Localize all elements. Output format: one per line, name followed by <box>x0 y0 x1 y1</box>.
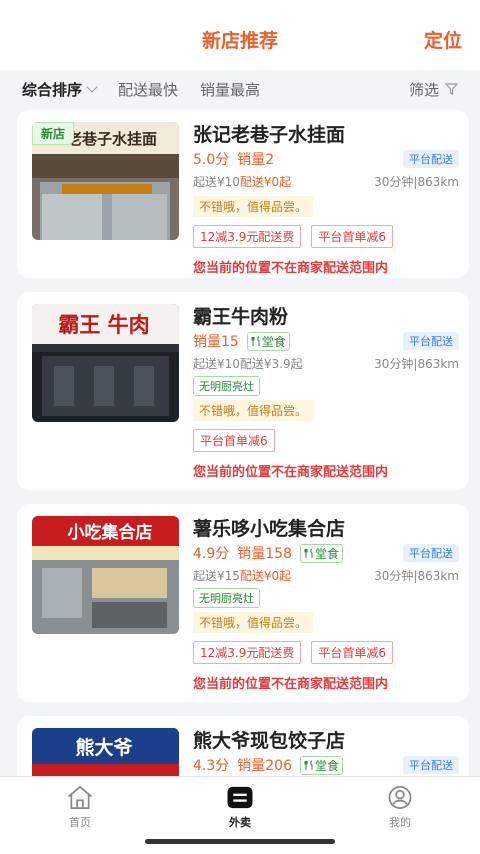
header: 新店推荐 定位 <box>0 0 480 70</box>
dine-in-label: 堂食 <box>261 334 286 349</box>
store-score: 5.0分 <box>193 152 230 168</box>
store-card[interactable]: 霸王 牛肉 霸王牛肉粉 销量15 堂食 平台配送 起送¥10配送¥3.9起 30 <box>17 292 469 490</box>
store-score: 4.9分 <box>193 546 230 562</box>
out-of-range-warning: 您当前的位置不在商家配送范围内 <box>193 261 389 276</box>
sort-fastest[interactable]: 配送最快 <box>118 79 178 100</box>
kitchen-tag: 无明厨亮灶 <box>193 376 260 396</box>
eta-distance: 30分钟|863km <box>374 174 459 189</box>
store-sales: 销量2 <box>237 152 275 168</box>
store-photo: 熊大爷 <box>32 728 179 776</box>
store-photo: 小吃集合店 <box>32 516 179 634</box>
home-icon <box>67 785 93 809</box>
store-list: 老巷子水挂面 新店 张记老巷子水挂面 5.0分 销量2 平台配送 起送¥10配送… <box>0 110 480 776</box>
review-tag: 不错哦，值得品尝。 <box>193 612 314 633</box>
tab-mine[interactable]: 我的 <box>320 777 480 830</box>
dine-in-label: 堂食 <box>315 758 340 773</box>
promo-tag: 12减3.9元配送费 <box>193 641 302 664</box>
store-card[interactable]: 小吃集合店 薯乐哆小吃集合店 4.9分 销量158 堂食 平台配送 起送¥15配 <box>17 504 469 702</box>
store-name: 熊大爷现包饺子店 <box>193 730 346 752</box>
store-sales: 销量206 <box>237 758 292 774</box>
kitchen-tag: 无明厨亮灶 <box>193 588 260 608</box>
dine-in-tag: 堂食 <box>246 331 290 351</box>
eta-distance: 30分钟|863km <box>374 356 459 371</box>
sign-text: 老巷子水挂面 <box>66 130 157 148</box>
sort-comprehensive-label: 综合排序 <box>22 80 83 99</box>
sign-text: 小吃集合店 <box>68 522 153 543</box>
store-name: 薯乐哆小吃集合店 <box>193 518 346 540</box>
promo-tag: 12减3.9元配送费 <box>193 225 302 248</box>
dine-in-label: 堂食 <box>315 546 340 561</box>
home-indicator-bar <box>0 830 480 854</box>
promo-tag: 平台首单减6 <box>193 429 275 452</box>
utensils-icon <box>304 548 313 558</box>
takeout-icon <box>227 786 253 809</box>
min-order: 起送¥10 <box>193 356 240 371</box>
sort-bar: 综合排序 配送最快 销量最高 筛选 <box>0 70 480 108</box>
delivery-fee: 配送¥0起 <box>239 568 292 583</box>
platform-delivery-tag: 平台配送 <box>403 756 459 774</box>
filter-button[interactable]: 筛选 <box>409 79 458 100</box>
store-card[interactable]: 熊大爷 熊大爷现包饺子店 4.3分 销量206 堂食 平台配送 <box>17 716 469 776</box>
sort-comprehensive[interactable]: 综合排序 <box>22 79 98 100</box>
dine-in-tag: 堂食 <box>300 543 344 563</box>
store-score: 4.3分 <box>193 758 230 774</box>
platform-delivery-tag: 平台配送 <box>403 150 459 168</box>
store-photo: 老巷子水挂面 新店 <box>32 122 179 240</box>
promo-tag: 平台首单减6 <box>311 641 393 664</box>
store-sales: 销量158 <box>237 546 292 562</box>
min-order: 起送¥10 <box>193 174 240 189</box>
sign-text: 熊大爷 <box>75 736 133 759</box>
promo-tag: 平台首单减6 <box>311 225 393 248</box>
eta-distance: 30分钟|863km <box>374 568 459 583</box>
tab-home[interactable]: 首页 <box>0 777 160 830</box>
delivery-fee: 配送¥0起 <box>239 174 292 189</box>
tab-takeout[interactable]: 外卖 <box>160 777 320 830</box>
page-title: 新店推荐 <box>201 30 278 52</box>
storefront-image: 熊大爷 <box>32 728 179 776</box>
storefront-image: 小吃集合店 <box>32 516 179 634</box>
store-name: 张记老巷子水挂面 <box>193 124 346 146</box>
review-tag: 不错哦，值得品尝。 <box>193 196 314 217</box>
bottom-tab-bar: 首页 外卖 我的 <box>0 776 480 830</box>
tab-home-label: 首页 <box>69 816 91 829</box>
utensils-icon <box>251 336 260 346</box>
tab-mine-label: 我的 <box>389 816 411 829</box>
review-tag: 不错哦，值得品尝。 <box>193 400 314 421</box>
platform-delivery-tag: 平台配送 <box>403 544 459 562</box>
sign-text: 霸王 牛肉 <box>58 312 149 337</box>
store-sales: 销量15 <box>193 334 239 350</box>
utensils-icon <box>304 760 313 770</box>
chevron-down-icon <box>86 81 98 93</box>
funnel-icon <box>445 83 458 95</box>
filter-label: 筛选 <box>408 80 439 99</box>
locate-button[interactable]: 定位 <box>424 26 462 53</box>
profile-icon <box>388 786 412 809</box>
min-order: 起送¥15 <box>193 568 240 583</box>
out-of-range-warning: 您当前的位置不在商家配送范围内 <box>193 677 389 692</box>
out-of-range-warning: 您当前的位置不在商家配送范围内 <box>193 465 389 480</box>
sort-bestselling[interactable]: 销量最高 <box>200 79 260 100</box>
store-card[interactable]: 老巷子水挂面 新店 张记老巷子水挂面 5.0分 销量2 平台配送 起送¥10配送… <box>17 110 469 278</box>
store-photo: 霸王 牛肉 <box>32 304 179 422</box>
storefront-image: 霸王 牛肉 <box>32 304 179 422</box>
home-indicator[interactable] <box>145 839 335 844</box>
new-store-badge: 新店 <box>32 122 75 145</box>
tab-takeout-label: 外卖 <box>229 816 251 829</box>
store-name: 霸王牛肉粉 <box>193 306 289 328</box>
platform-delivery-tag: 平台配送 <box>403 332 459 350</box>
dine-in-tag: 堂食 <box>300 755 344 775</box>
delivery-fee: 配送¥3.9起 <box>239 356 303 371</box>
